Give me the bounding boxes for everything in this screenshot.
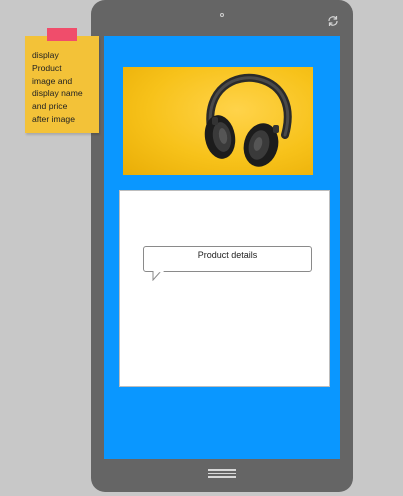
camera-icon [220, 13, 224, 17]
tablet-device-frame: Product details [91, 0, 353, 492]
product-details-callout: Product details [143, 246, 312, 281]
sticky-note-tab [47, 28, 77, 41]
rotate-icon[interactable] [327, 15, 339, 27]
callout-text: Product details [197, 250, 258, 260]
callout-tail [152, 271, 164, 281]
product-details-panel: Product details [119, 190, 330, 387]
device-screen: Product details [104, 36, 340, 459]
product-image[interactable] [123, 67, 313, 175]
sticky-note: display Product image and display name a… [25, 36, 99, 133]
home-menu-icon[interactable] [208, 469, 236, 479]
headphones-icon [204, 73, 292, 167]
sticky-note-text: display Product image and display name a… [32, 50, 83, 124]
